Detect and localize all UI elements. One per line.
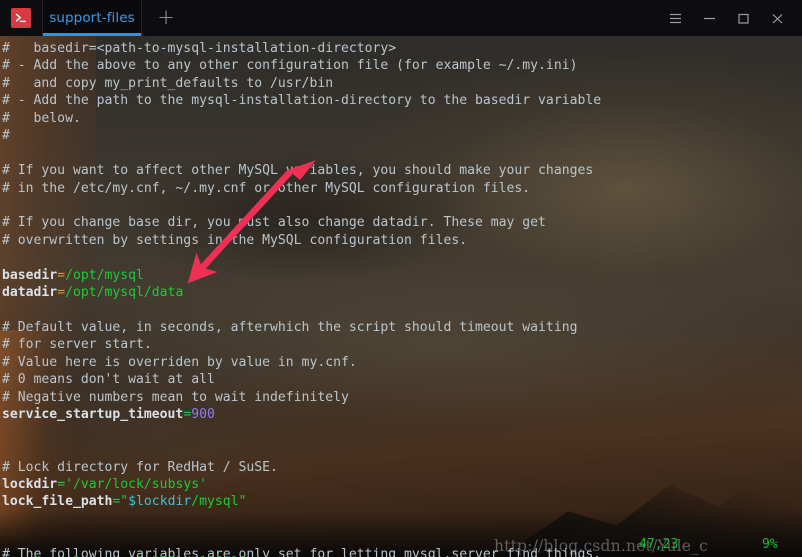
terminal-comment-line: # xyxy=(2,128,10,144)
terminal-comment-line: # If you want to affect other MySQL vari… xyxy=(2,163,594,179)
titlebar-spacer xyxy=(190,0,658,36)
terminal-comment-line: # Default value, in seconds, afterwhich … xyxy=(2,320,578,335)
terminal-comment-line: # and copy my_print_defaults to /usr/bin xyxy=(2,75,334,91)
maximize-icon[interactable] xyxy=(726,0,760,36)
tab-label: support-files xyxy=(49,10,135,26)
terminal-assignment-lock_file_path: lock_file_path="$lockdir/mysql" xyxy=(2,494,247,510)
terminal-assignment-basedir: basedir=/opt/mysql xyxy=(2,267,144,283)
terminal-comment-line: # Value here is overriden by value in my… xyxy=(2,354,357,370)
terminal-comment-line: # 0 means don't wait at all xyxy=(2,372,215,388)
minimize-icon[interactable] xyxy=(692,0,726,36)
tab-support-files[interactable]: support-files xyxy=(42,0,142,36)
terminal-assignment-service_startup_timeout: service_startup_timeout=900 xyxy=(2,407,215,423)
status-cursor-position: 47,23 xyxy=(639,537,679,552)
terminal-comment-line: # basedir=<path-to-mysql-installation-di… xyxy=(2,41,397,56)
terminal-comment-line: # Negative numbers mean to wait indefini… xyxy=(2,389,349,405)
status-scroll-percent: 9% xyxy=(762,537,778,552)
terminal-comment-line: # below. xyxy=(2,110,81,126)
terminal-assignment-datadir: datadir=/opt/mysql/data xyxy=(2,285,184,301)
app-icon-cell xyxy=(0,0,42,36)
vim-status-line: "mysql.server" 376L, 10601C 47,23 9% xyxy=(2,536,800,557)
new-tab-button[interactable]: + xyxy=(142,0,190,36)
terminal-prompt-icon xyxy=(11,8,31,28)
terminal-comment-line: # Lock directory for RedHat / SuSE. xyxy=(2,459,278,475)
titlebar: support-files + xyxy=(0,0,802,36)
hamburger-menu-icon[interactable] xyxy=(658,0,692,36)
terminal-assignment-lockdir: lockdir='/var/lock/subsys' xyxy=(2,476,207,492)
window-controls xyxy=(658,0,802,36)
terminal-comment-line: # overwritten by settings in the MySQL c… xyxy=(2,232,468,248)
terminal-window: support-files + # basedir=<path-to-mysql… xyxy=(0,0,802,557)
terminal-comment-line: # - Add the path to the mysql-installati… xyxy=(2,93,602,109)
terminal-comment-line: # for server start. xyxy=(2,337,152,353)
tab-active-underline xyxy=(43,33,141,36)
terminal-comment-line: # If you change base dir, you must also … xyxy=(2,215,546,231)
close-icon[interactable] xyxy=(760,0,794,36)
terminal-comment-line: # - Add the above to any other configura… xyxy=(2,58,578,74)
terminal-comment-line: # in the /etc/my.cnf, ~/.my.cnf or other… xyxy=(2,180,531,196)
terminal-text-area[interactable]: # basedir=<path-to-mysql-installation-di… xyxy=(0,36,802,557)
